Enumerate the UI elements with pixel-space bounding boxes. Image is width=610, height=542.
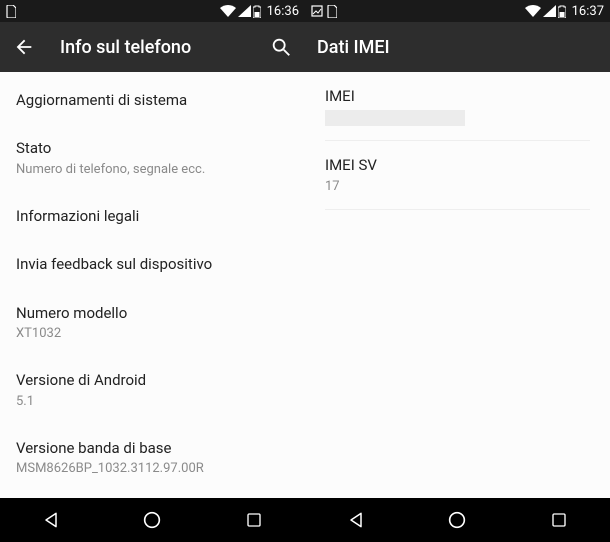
nav-recent-button[interactable] <box>545 506 573 534</box>
notification-sim-icon <box>327 5 337 18</box>
item-primary: Aggiornamenti di sistema <box>16 90 289 110</box>
item-baseband-version[interactable]: Versione banda di base MSM8626BP_1032.31… <box>0 424 305 492</box>
item-secondary: XT1032 <box>16 325 289 343</box>
divider <box>325 209 590 210</box>
back-button[interactable] <box>12 35 36 59</box>
item-android-version[interactable]: Versione di Android 5.1 <box>0 356 305 424</box>
item-system-updates[interactable]: Aggiornamenti di sistema <box>0 76 305 124</box>
item-imei[interactable]: IMEI <box>325 72 590 140</box>
nav-recent-button[interactable] <box>240 506 268 534</box>
item-primary: Stato <box>16 138 289 158</box>
nav-home-button[interactable] <box>443 506 471 534</box>
status-time: 16:36 <box>267 4 299 19</box>
item-primary: Versione di Android <box>16 370 289 390</box>
item-legal-info[interactable]: Informazioni legali <box>0 192 305 240</box>
status-bar: 16:36 <box>0 0 305 22</box>
item-status[interactable]: Stato Numero di telefono, segnale ecc. <box>0 124 305 192</box>
item-secondary: 17 <box>325 178 590 196</box>
notification-screenshot-icon <box>311 5 323 17</box>
item-secondary: Numero di telefono, segnale ecc. <box>16 161 289 179</box>
item-model-number[interactable]: Numero modello XT1032 <box>0 289 305 357</box>
screen-imei-data: 16:37 Dati IMEI IMEI IMEI SV 17 <box>305 0 610 542</box>
item-primary: Numero modello <box>16 303 289 323</box>
item-primary: IMEI <box>325 86 590 106</box>
item-primary: IMEI SV <box>325 155 590 175</box>
wifi-icon <box>525 5 541 17</box>
item-primary: Versione banda di base <box>16 438 289 458</box>
appbar-title: Info sul telefono <box>60 37 269 58</box>
app-bar: Dati IMEI <box>305 22 610 72</box>
nav-bar <box>0 498 305 542</box>
item-secondary: MSM8626BP_1032.3112.97.00R <box>16 460 289 478</box>
screen-about-phone: 16:36 Info sul telefono Aggiornamenti di… <box>0 0 305 542</box>
item-send-feedback[interactable]: Invia feedback sul dispositivo <box>0 240 305 288</box>
settings-list: Aggiornamenti di sistema Stato Numero di… <box>0 72 305 498</box>
nav-back-button[interactable] <box>37 506 65 534</box>
battery-icon <box>558 5 566 18</box>
status-bar: 16:37 <box>305 0 610 22</box>
imei-value-redacted <box>325 110 465 126</box>
battery-icon <box>253 5 261 18</box>
nav-bar <box>305 498 610 542</box>
nav-home-button[interactable] <box>138 506 166 534</box>
nav-back-button[interactable] <box>342 506 370 534</box>
wifi-icon <box>220 5 236 17</box>
status-time: 16:37 <box>572 4 604 19</box>
notification-sim-icon <box>6 5 16 18</box>
cellular-icon <box>238 5 251 17</box>
imei-list: IMEI IMEI SV 17 <box>305 72 610 498</box>
appbar-title: Dati IMEI <box>317 37 598 58</box>
cellular-icon <box>543 5 556 17</box>
item-primary: Invia feedback sul dispositivo <box>16 254 289 274</box>
item-secondary: 5.1 <box>16 393 289 411</box>
search-button[interactable] <box>269 35 293 59</box>
item-imei-sv[interactable]: IMEI SV 17 <box>325 141 590 209</box>
app-bar: Info sul telefono <box>0 22 305 72</box>
item-primary: Informazioni legali <box>16 206 289 226</box>
